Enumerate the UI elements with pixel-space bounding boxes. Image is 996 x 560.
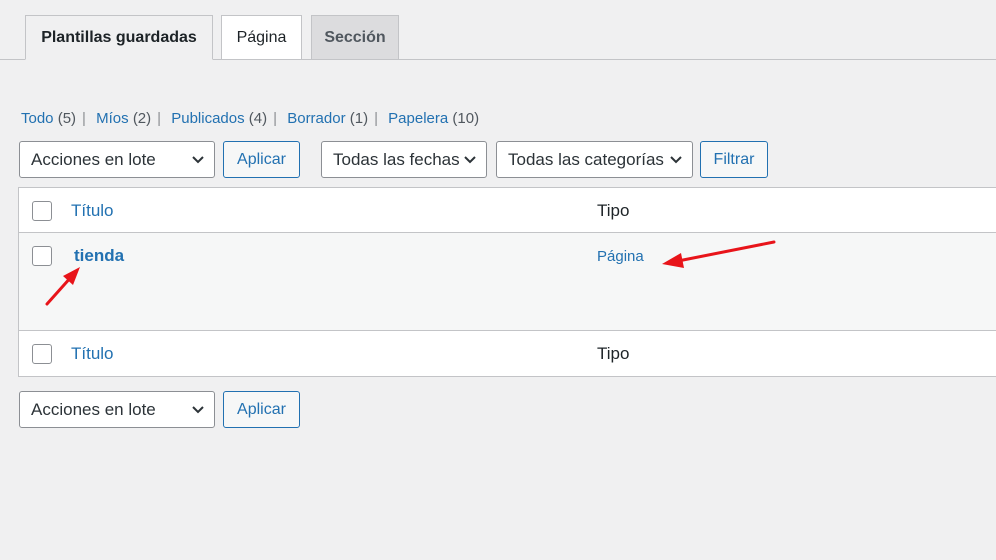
table-row: tienda Página [19,233,996,331]
apply-button-top[interactable]: Aplicar [223,141,300,178]
table-header: Título Tipo [19,188,996,233]
column-type-footer: Tipo [597,344,630,363]
filter-draft-link[interactable]: Borrador [287,110,345,127]
column-title-footer[interactable]: Título [71,344,114,364]
filter-published-count: (4) [248,110,268,127]
table-footer: Título Tipo [19,332,996,377]
row-type-link[interactable]: Página [597,248,644,265]
filter-published-link[interactable]: Publicados [171,110,244,127]
tab-page[interactable]: Página [221,15,302,60]
bulk-actions-select-top[interactable]: Acciones en lote [19,141,215,178]
filter-separator: | [82,110,86,127]
chevron-down-icon [192,156,204,164]
date-filter-value: Todas las fechas [333,149,460,169]
chevron-down-icon [464,156,476,164]
column-title-header[interactable]: Título [71,201,114,221]
status-filter-links: Todo (5) | Míos (2) | Publicados (4) | Borr… [21,110,479,127]
filter-button[interactable]: Filtrar [700,141,768,178]
select-all-checkbox[interactable] [32,201,52,221]
date-filter-select[interactable]: Todas las fechas [321,141,487,178]
filter-separator: | [273,110,278,127]
filter-mine-count: (2) [132,110,152,127]
filter-trash-link[interactable]: Papelera [388,110,448,127]
category-filter-value: Todas las categorías [508,149,664,169]
bulk-actions-select-bottom[interactable]: Acciones en lote [19,391,215,428]
select-all-checkbox-footer[interactable] [32,344,52,364]
chevron-down-icon [670,156,682,164]
filter-separator: | [374,110,378,127]
filter-all-count: (5) [57,110,77,127]
apply-button-bottom[interactable]: Aplicar [223,391,300,428]
template-tabs: Plantillas guardadas Página Sección [0,0,996,60]
tab-section[interactable]: Sección [311,15,399,60]
row-checkbox[interactable] [32,246,52,266]
bulk-actions-value: Acciones en lote [31,399,156,419]
bulk-actions-value: Acciones en lote [31,149,156,169]
column-type-header: Tipo [597,201,630,220]
row-title-link[interactable]: tienda [74,246,124,266]
templates-table: Título Tipo tienda Página Título Tipo [18,187,996,377]
filter-all-link[interactable]: Todo [21,110,54,127]
filter-separator: | [157,110,162,127]
filter-mine-link[interactable]: Míos [96,110,129,127]
filter-draft-count: (1) [349,110,369,127]
chevron-down-icon [192,406,204,414]
filter-trash-count: (10) [452,110,480,127]
tab-saved-templates[interactable]: Plantillas guardadas [25,15,213,60]
category-filter-select[interactable]: Todas las categorías [496,141,693,178]
